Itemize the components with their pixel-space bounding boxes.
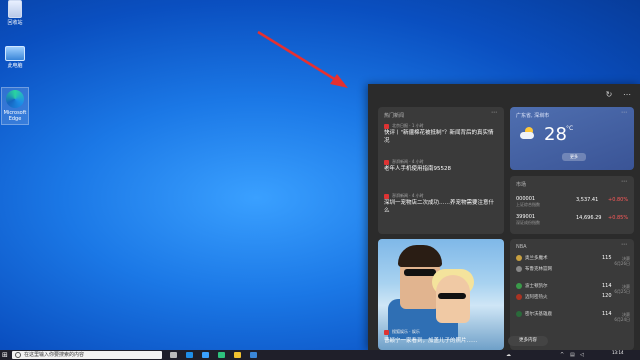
- team-logo-icon: [516, 311, 522, 317]
- team-score: 114: [602, 311, 612, 317]
- taskbar-search-box[interactable]: 在这里输入你要搜索的内容: [12, 351, 162, 359]
- team-name: 迈阿密热火: [525, 295, 548, 300]
- panel-header: ↻ ⋯: [368, 84, 640, 106]
- game-row[interactable]: 密尔沃基雄鹿 114 决赛 6月24日: [516, 309, 630, 333]
- more-icon[interactable]: ⋯: [621, 242, 629, 248]
- desktop-icon-this-pc[interactable]: 此电脑: [2, 46, 28, 69]
- more-icon[interactable]: ⋯: [491, 110, 499, 116]
- clock-time: 13:14: [612, 350, 624, 355]
- news-headline: 深圳一宠物店二次成功……养宠物需要注意什么: [384, 200, 495, 214]
- news-item[interactable]: 澎湃新闻 · 4 小时 深圳一宠物店二次成功……养宠物需要注意什么: [384, 193, 496, 215]
- photo-news-card[interactable]: 搜狐娱乐 · 娱乐 曹颖宁一家看到，加盖儿子的照片……: [378, 239, 504, 350]
- desktop-icon-label: 回收站: [7, 20, 23, 26]
- weather-location: 广东省, 深圳市: [516, 113, 550, 119]
- card-title: 市场: [516, 182, 527, 188]
- weather-unit: °C: [566, 125, 574, 132]
- game-info: 决赛 6月26日: [614, 256, 630, 266]
- weather-more-button[interactable]: 更多: [562, 153, 586, 161]
- stock-price: 3,537.41: [576, 197, 599, 203]
- news-headline: 老年人手机使用指南95528: [384, 166, 451, 172]
- card-title: NBA: [516, 244, 527, 250]
- team-score: 114: [602, 283, 612, 289]
- game-date: 6月25日: [614, 289, 630, 294]
- team-score: 115: [602, 255, 612, 261]
- edge-icon: [6, 90, 24, 108]
- wechat-icon[interactable]: [218, 352, 225, 358]
- team-name: 波士顿凯尔: [525, 284, 548, 289]
- game-date: 6月24日: [614, 317, 630, 322]
- more-icon[interactable]: ⋯: [621, 110, 629, 116]
- more-icon[interactable]: ⋯: [622, 90, 632, 100]
- desktop-icon-label: 此电脑: [7, 63, 23, 69]
- news-headline: 曹颖宁一家看到，加盖儿子的照片……: [384, 338, 478, 344]
- team-name: 布鲁克林篮网: [525, 267, 552, 272]
- file-explorer-icon[interactable]: [234, 352, 241, 358]
- more-content-button[interactable]: 更多内容: [508, 336, 548, 346]
- news-source: 澎湃新闻 · 4 小时: [392, 193, 424, 198]
- news-source-label: 搜狐娱乐 · 娱乐: [392, 329, 420, 334]
- weather-widget-icon[interactable]: ☁: [506, 352, 512, 358]
- stock-price: 14,696.29: [576, 215, 602, 221]
- stock-row[interactable]: 399001 深证成份指数 14,696.29 +0.85%: [516, 214, 628, 228]
- sports-card: NBA ⋯ 奥兰多魔术 115 布鲁克林篮网 决赛 6月26日 波士顿凯尔 114…: [510, 239, 634, 350]
- source-logo-icon: [384, 329, 389, 335]
- team-logo-icon: [516, 255, 522, 261]
- card-title: 热门新闻: [384, 113, 405, 119]
- stock-change: +0.80%: [608, 197, 629, 203]
- stock-name: 深证成份指数: [516, 220, 540, 225]
- computer-icon: [5, 46, 25, 61]
- news-item[interactable]: 澎湃新闻 · 4 小时 老年人手机使用指南95528: [384, 159, 496, 174]
- windows-start-icon[interactable]: ⊞: [2, 351, 10, 359]
- team-score: 120: [602, 293, 612, 299]
- desktop-icon-recycle-bin[interactable]: 回收站: [2, 0, 28, 26]
- news-source: 澎湃新闻 · 4 小时: [392, 159, 424, 164]
- news-headline: 快评丨"新疆棉花被抵制"？新闻背后的真实情况: [384, 130, 494, 144]
- desktop-icon-label: Microsoft Edge: [3, 110, 27, 122]
- source-logo-icon: [384, 123, 389, 129]
- desktop-icon-edge[interactable]: Microsoft Edge: [1, 87, 29, 125]
- stock-row[interactable]: 000001 上证综合指数 3,537.41 +0.80%: [516, 196, 628, 210]
- game-date: 6月26日: [614, 261, 630, 266]
- source-logo-icon: [384, 159, 389, 165]
- game-row[interactable]: 波士顿凯尔 114 迈阿密热火 120 决赛 6月25日: [516, 281, 630, 305]
- taskbar: ⊞ 在这里输入你要搜索的内容 ☁ ^ ▤ ◁ 13:14: [0, 350, 640, 360]
- edge-icon[interactable]: [186, 352, 193, 358]
- stock-name: 上证综合指数: [516, 202, 540, 207]
- weather-card[interactable]: 广东省, 深圳市 ⋯ 28 °C 更多: [510, 107, 634, 170]
- market-card: 市场 ⋯ 000001 上证综合指数 3,537.41 +0.80% 39900…: [510, 176, 634, 234]
- chevron-up-icon[interactable]: ^: [560, 352, 566, 358]
- taskbar-clock[interactable]: 13:14: [612, 350, 624, 355]
- team-logo-icon: [516, 266, 522, 272]
- source-logo-icon: [384, 193, 389, 199]
- task-view-icon[interactable]: [170, 352, 177, 358]
- volume-icon[interactable]: ◁: [580, 352, 586, 358]
- top-news-card: 热门新闻 ⋯ 北京日报 · 1 小时 快评丨"新疆棉花被抵制"？新闻背后的真实情…: [378, 107, 504, 234]
- mail-icon[interactable]: [202, 352, 209, 358]
- news-source: 搜狐娱乐 · 娱乐: [384, 329, 420, 335]
- news-and-interests-panel: ↻ ⋯ 热门新闻 ⋯ 北京日报 · 1 小时 快评丨"新疆棉花被抵制"？新闻背后…: [368, 84, 640, 350]
- stock-change: +0.85%: [608, 215, 629, 221]
- team-logo-icon: [516, 283, 522, 289]
- game-info: 决赛 6月24日: [614, 312, 630, 322]
- team-logo-icon: [516, 294, 522, 300]
- news-item[interactable]: 北京日报 · 1 小时 快评丨"新疆棉花被抵制"？新闻背后的真实情况: [384, 123, 496, 145]
- more-icon[interactable]: ⋯: [621, 179, 629, 185]
- game-info: 决赛 6月25日: [614, 284, 630, 294]
- recycle-bin-icon: [8, 0, 22, 18]
- app-icon[interactable]: [250, 352, 257, 358]
- refresh-icon[interactable]: ↻: [604, 90, 614, 100]
- network-icon[interactable]: ▤: [570, 352, 576, 358]
- weather-temperature: 28: [544, 124, 567, 145]
- news-source: 北京日报 · 1 小时: [392, 123, 424, 128]
- search-icon: [15, 352, 21, 358]
- team-name: 密尔沃基雄鹿: [525, 312, 552, 317]
- partly-sunny-icon: [520, 127, 534, 139]
- game-row[interactable]: 奥兰多魔术 115 布鲁克林篮网 决赛 6月26日: [516, 253, 630, 277]
- search-placeholder: 在这里输入你要搜索的内容: [24, 352, 85, 358]
- team-name: 奥兰多魔术: [525, 256, 548, 261]
